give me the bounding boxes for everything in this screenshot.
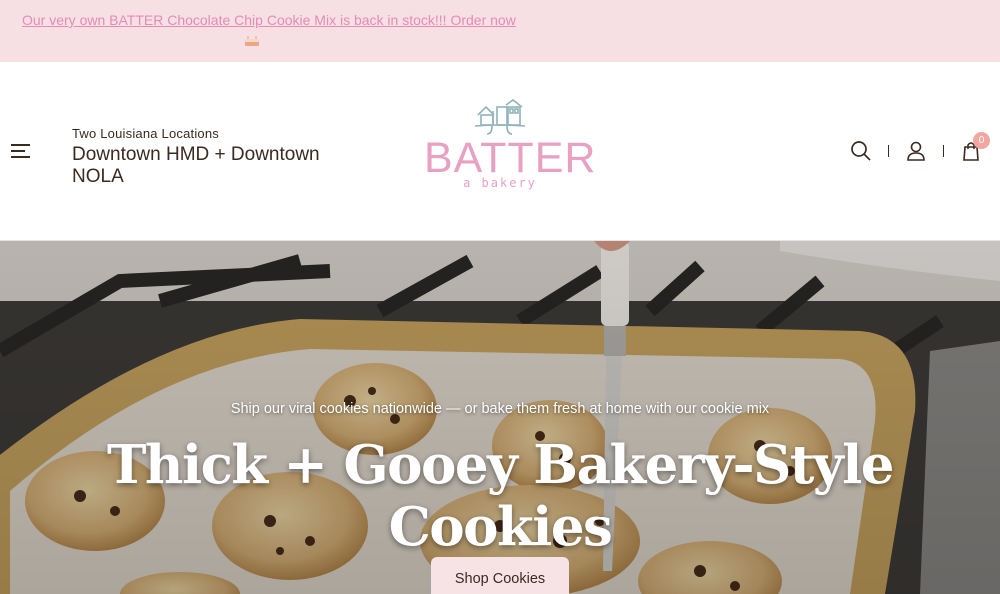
hero-subtitle: Ship our viral cookies nationwide — or b… xyxy=(230,401,770,417)
cart-icon[interactable]: 0 xyxy=(960,132,990,162)
locations-info[interactable]: Two Louisiana Locations Downtown HMD + D… xyxy=(72,126,352,187)
search-icon[interactable] xyxy=(850,140,872,162)
icon-separator xyxy=(943,145,944,157)
announcement-bar: Our very own BATTER Chocolate Chip Cooki… xyxy=(0,0,1000,62)
icon-separator xyxy=(888,145,889,157)
account-icon[interactable] xyxy=(905,140,927,162)
announcement-link[interactable]: Our very own BATTER Chocolate Chip Cooki… xyxy=(22,12,516,28)
locations-line2: NOLA xyxy=(72,166,124,187)
house-logo-icon xyxy=(474,99,526,135)
site-logo[interactable]: BATTER a bakery xyxy=(424,98,597,206)
logo-text: BATTER xyxy=(424,134,597,182)
site-header: Two Louisiana Locations Downtown HMD + D… xyxy=(0,62,1000,241)
cart-count-badge: 0 xyxy=(973,132,990,149)
locations-label: Two Louisiana Locations xyxy=(72,126,219,141)
hero-headline: Thick + Gooey Bakery-Style Cookies xyxy=(106,434,895,558)
menu-icon[interactable] xyxy=(11,144,31,160)
header-icons: 0 xyxy=(850,132,990,162)
locations-line1: Downtown HMD + Downtown xyxy=(72,144,320,165)
hero-banner: Ship our viral cookies nationwide — or b… xyxy=(0,241,1000,594)
shop-cookies-button[interactable]: Shop Cookies xyxy=(431,557,569,594)
cake-emoji-icon xyxy=(245,36,259,46)
